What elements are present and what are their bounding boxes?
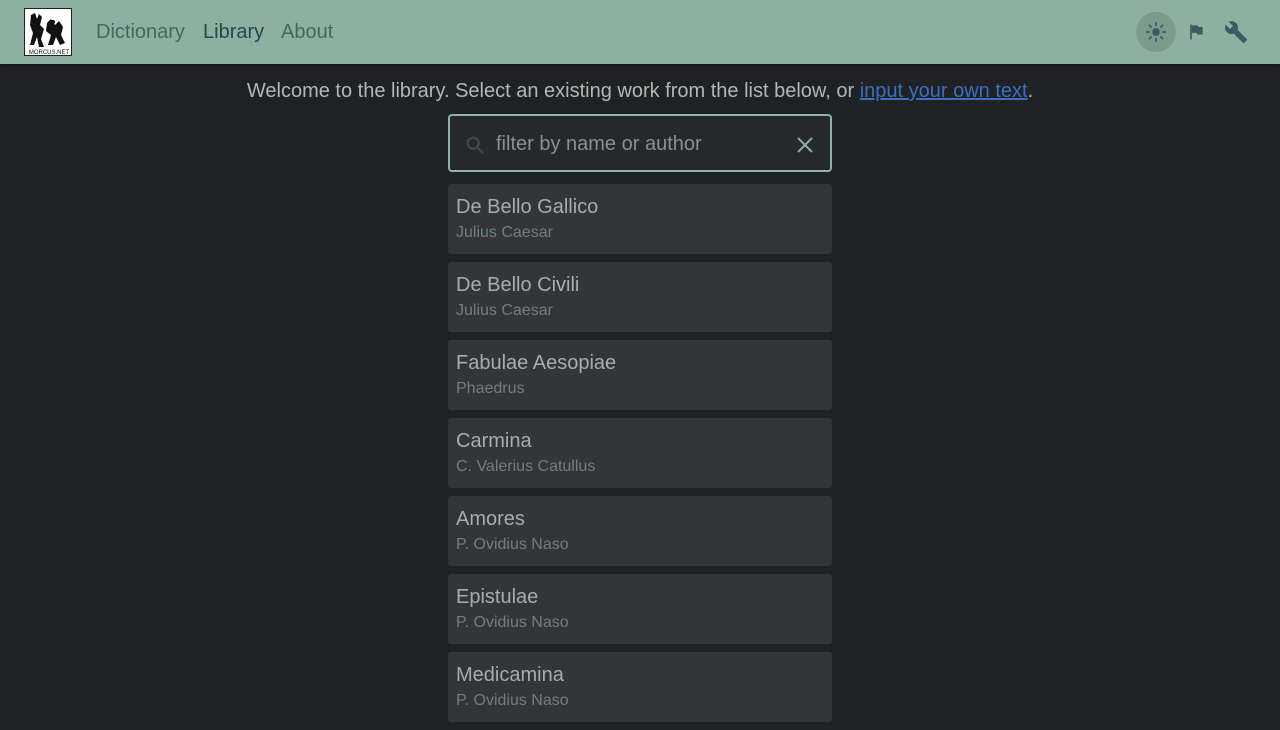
work-author: P. Ovidius Naso: [456, 614, 569, 631]
work-item[interactable]: Epistulae P. Ovidius Naso: [448, 574, 832, 644]
work-title: Medicamina: [456, 664, 564, 686]
top-app-bar: MORCUS.NET Dictionary Library About: [0, 0, 1280, 64]
work-item[interactable]: Fabulae Aesopiae Phaedrus: [448, 340, 832, 410]
work-item[interactable]: De Bello Civili Julius Caesar: [448, 262, 832, 332]
work-item[interactable]: Medicamina P. Ovidius Naso: [448, 652, 832, 722]
report-issue-button[interactable]: [1176, 12, 1216, 52]
search-input[interactable]: [496, 126, 786, 162]
logo-text: MORCUS.NET: [29, 50, 70, 56]
work-title: De Bello Civili: [456, 274, 580, 296]
work-list: De Bello Gallico Julius Caesar De Bello …: [448, 184, 832, 730]
wrench-icon: [1224, 21, 1247, 43]
work-title: Fabulae Aesopiae: [456, 352, 617, 374]
work-item[interactable]: De Bello Gallico Julius Caesar: [448, 184, 832, 254]
work-title: Epistulae: [456, 586, 539, 608]
welcome-text: Welcome to the library. Select an existi…: [246, 80, 860, 102]
nav-about[interactable]: About: [281, 20, 333, 44]
work-author: Phaedrus: [456, 380, 525, 397]
work-author: P. Ovidius Naso: [456, 692, 569, 709]
work-author: Julius Caesar: [456, 224, 553, 241]
work-author: Julius Caesar: [456, 302, 553, 319]
welcome-suffix: .: [1027, 80, 1034, 102]
input-own-text-link[interactable]: input your own text: [860, 80, 1028, 102]
work-title: Carmina: [456, 430, 532, 452]
welcome-message: Welcome to the library. Select an existi…: [0, 78, 1280, 104]
site-logo[interactable]: MORCUS.NET: [24, 8, 72, 56]
search-field: [448, 114, 832, 172]
nav-dictionary[interactable]: Dictionary: [96, 20, 185, 44]
work-item[interactable]: Amores P. Ovidius Naso: [448, 496, 832, 566]
work-author: P. Ovidius Naso: [456, 536, 569, 553]
nav-library[interactable]: Library: [203, 20, 264, 44]
theme-toggle-button[interactable]: [1136, 12, 1176, 52]
logo-image: MORCUS.NET: [25, 9, 71, 56]
clear-icon[interactable]: [794, 134, 816, 156]
flag-icon: [1190, 24, 1203, 40]
sun-icon: [1145, 21, 1167, 43]
work-title: De Bello Gallico: [456, 196, 599, 218]
work-title: Amores: [456, 508, 525, 530]
work-author: C. Valerius Catullus: [456, 458, 596, 475]
work-item[interactable]: Carmina C. Valerius Catullus: [448, 418, 832, 488]
search-icon: [466, 136, 484, 154]
settings-button[interactable]: [1216, 12, 1256, 52]
